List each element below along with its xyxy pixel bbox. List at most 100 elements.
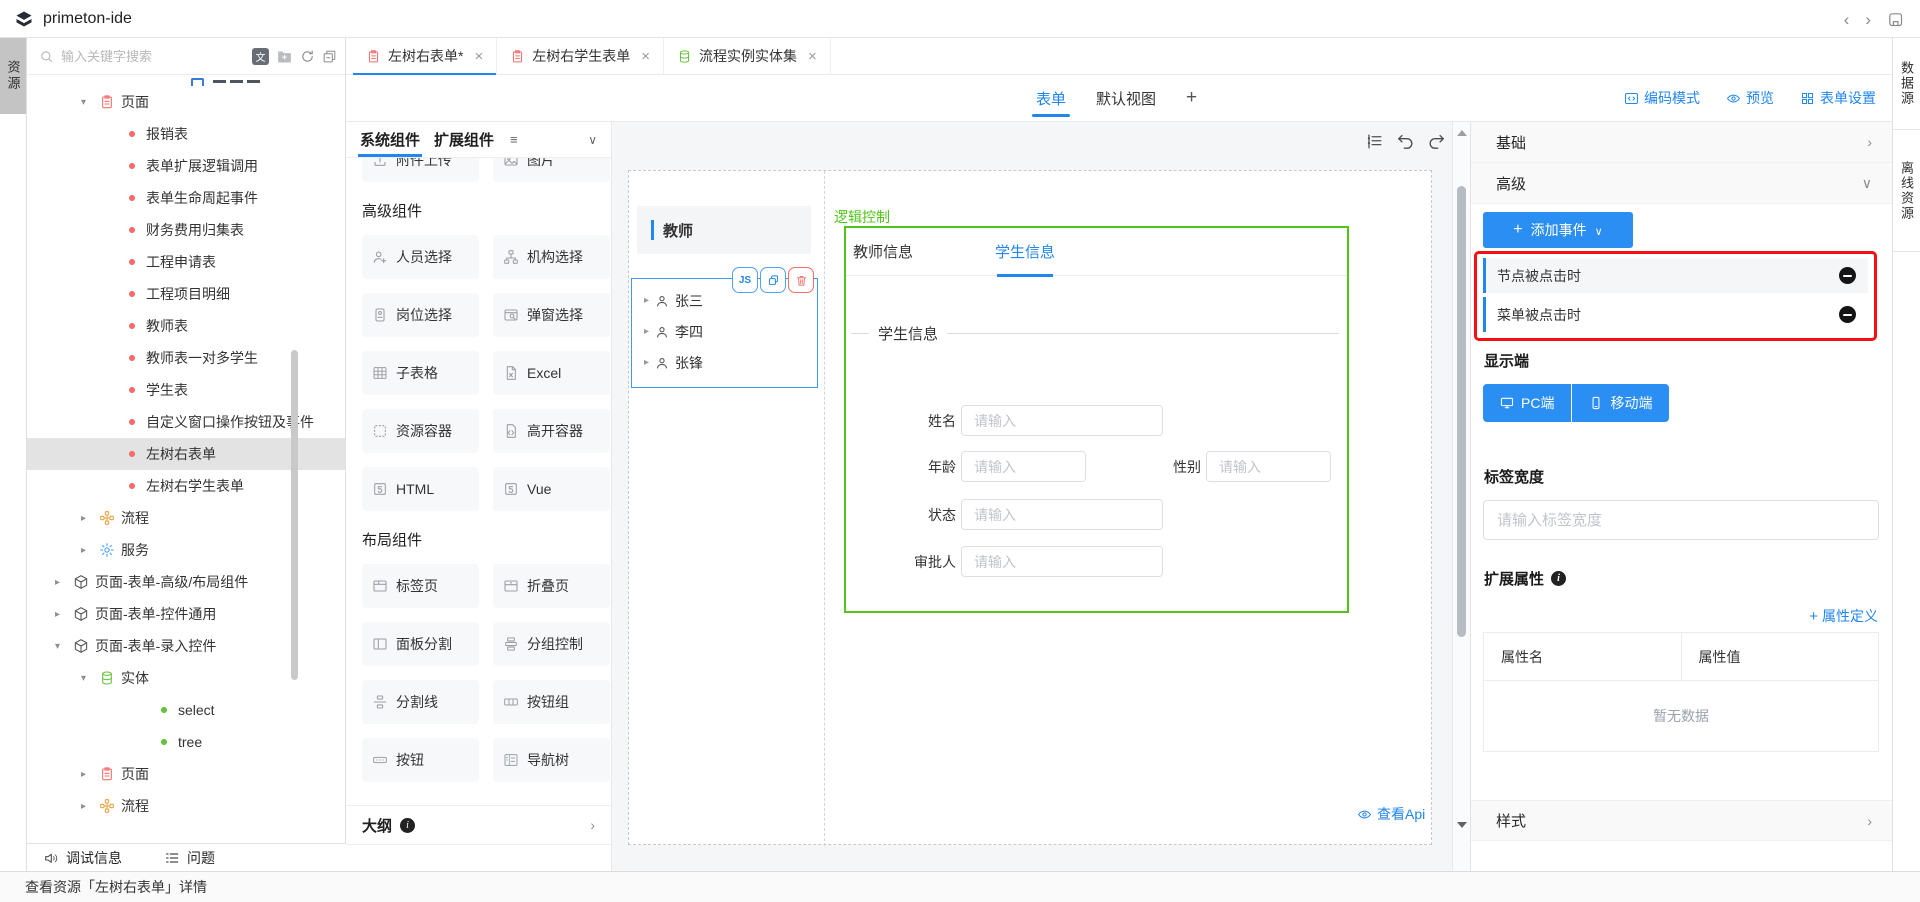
tree-caret-icon[interactable] — [55, 609, 73, 620]
tree-caret-icon[interactable] — [81, 97, 99, 108]
teacher-tree-header[interactable]: 教师 — [637, 206, 811, 254]
tree-item[interactable]: 教师表 — [27, 310, 345, 342]
tab-form[interactable]: 表单 — [1036, 75, 1066, 121]
file-tab[interactable]: 流程实例实体集 × — [664, 38, 831, 74]
outline-bar[interactable]: 大纲 › — [346, 805, 611, 845]
debug-info-button[interactable]: 调试信息 — [43, 848, 122, 868]
logic-control-container[interactable]: 教师信息 学生信息 学生信息 姓名 年龄 性别 状态 — [844, 226, 1349, 613]
section-basic[interactable]: 基础 › — [1471, 122, 1892, 163]
delete-button[interactable] — [788, 267, 814, 293]
display-side-button[interactable]: PC端 — [1483, 384, 1571, 422]
scroll-up-icon[interactable] — [1457, 130, 1467, 136]
tree-item[interactable]: 工程项目明细 — [27, 278, 345, 310]
palette-menu-icon[interactable]: ≡ — [510, 132, 518, 147]
remove-event-icon[interactable] — [1839, 306, 1856, 323]
palette-item[interactable]: HTML — [362, 467, 479, 511]
label-width-input[interactable] — [1483, 500, 1879, 540]
undo-icon[interactable] — [1396, 132, 1415, 151]
section-advanced[interactable]: 高级 ∨ — [1471, 163, 1892, 204]
tree-item[interactable]: 表单扩展逻辑调用 — [27, 150, 345, 182]
palette-item[interactable]: 折叠页 — [493, 564, 610, 608]
redo-icon[interactable] — [1427, 132, 1446, 151]
palette-item[interactable]: Excel — [493, 351, 610, 395]
refresh-icon[interactable] — [300, 49, 315, 64]
palette-item[interactable]: 弹窗选择 — [493, 293, 610, 337]
palette-item[interactable]: 岗位选择 — [362, 293, 479, 337]
palette-item[interactable]: 标签页 — [362, 564, 479, 608]
age-input[interactable] — [961, 451, 1086, 482]
palette-item[interactable]: 人员选择 — [362, 235, 479, 279]
tree-caret-icon[interactable] — [81, 769, 99, 780]
palette-item[interactable]: 按钮组 — [493, 680, 610, 724]
view-api-link[interactable]: 查看Api — [1357, 804, 1425, 824]
search-input[interactable] — [61, 49, 245, 64]
tree-item[interactable]: 报销表 — [27, 118, 345, 150]
sidebar-scrollbar-thumb[interactable] — [291, 350, 298, 680]
tree-caret-icon[interactable] — [81, 545, 99, 556]
scroll-down-icon[interactable] — [1457, 822, 1467, 828]
palette-item[interactable]: 资源容器 — [362, 409, 479, 453]
file-tab[interactable]: 左树右表单* × — [353, 38, 497, 74]
tree-item[interactable]: tree — [27, 726, 345, 758]
palette-item[interactable]: 面板分割 — [362, 622, 479, 666]
close-icon[interactable]: × — [641, 49, 650, 64]
display-side-button[interactable]: 移动端 — [1572, 384, 1669, 422]
tree-caret-icon[interactable] — [644, 326, 649, 337]
chevron-down-icon[interactable]: ∨ — [588, 133, 597, 147]
outline-structure-icon[interactable] — [1365, 132, 1384, 151]
tree-item[interactable]: 财务费用归集表 — [27, 214, 345, 246]
view-action-link[interactable]: 编码模式 — [1624, 88, 1700, 108]
collapse-all-icon[interactable] — [322, 49, 337, 64]
palette-item[interactable]: 子表格 — [362, 351, 479, 395]
palette-item[interactable]: Vue — [493, 467, 610, 511]
tree-caret-icon[interactable] — [644, 357, 649, 368]
js-logic-button[interactable] — [732, 267, 758, 293]
rail-tab[interactable]: 离线资源 — [1893, 130, 1920, 252]
scrollbar-thumb[interactable] — [1457, 186, 1466, 637]
close-icon[interactable]: × — [474, 49, 483, 64]
copy-button[interactable] — [760, 267, 786, 293]
event-row[interactable]: 菜单被点击时 — [1483, 297, 1868, 332]
tree-caret-icon[interactable] — [81, 673, 99, 684]
save-layout-icon[interactable] — [1887, 11, 1904, 28]
tree-caret-icon[interactable] — [55, 641, 73, 652]
tree-item[interactable]: 页面 — [27, 758, 345, 790]
tree-caret-icon[interactable] — [81, 513, 99, 524]
problems-button[interactable]: 问题 — [164, 848, 215, 868]
remove-event-icon[interactable] — [1839, 267, 1856, 284]
tab-default-view[interactable]: 默认视图 — [1096, 75, 1156, 121]
close-icon[interactable]: × — [808, 49, 817, 64]
event-row[interactable]: 节点被点击时 — [1483, 258, 1868, 293]
history-back-icon[interactable]: ‹ — [1844, 11, 1850, 28]
tab-system-components[interactable]: 系统组件 — [360, 122, 420, 157]
palette-item[interactable]: 图片 — [493, 158, 610, 182]
canvas-scrollbar[interactable] — [1452, 122, 1470, 871]
palette-item[interactable]: 导航树 — [493, 738, 610, 782]
view-action-link[interactable]: 预览 — [1726, 88, 1774, 108]
palette-item[interactable]: 按钮 — [362, 738, 479, 782]
palette-item[interactable]: 分组控制 — [493, 622, 610, 666]
gender-input[interactable] — [1206, 451, 1331, 482]
name-input[interactable] — [961, 405, 1163, 436]
status-input[interactable] — [961, 499, 1163, 530]
tree-caret-icon[interactable] — [81, 801, 99, 812]
palette-item[interactable]: 高开容器 — [493, 409, 610, 453]
palette-item[interactable]: 分割线 — [362, 680, 479, 724]
tree-caret-icon[interactable] — [55, 577, 73, 588]
add-event-button[interactable]: 添加事件 — [1483, 212, 1633, 248]
file-tab[interactable]: 左树右学生表单 × — [497, 38, 664, 74]
rail-tab[interactable]: 数据源 — [1893, 38, 1920, 130]
tree-item[interactable]: 工程申请表 — [27, 246, 345, 278]
tab-student-info[interactable]: 学生信息 — [995, 228, 1055, 275]
form-root-container[interactable]: 教师 张三 李四 张锋 逻辑 — [628, 170, 1432, 845]
rail-tab-resources[interactable]: 资源 — [0, 38, 26, 114]
history-forward-icon[interactable]: › — [1865, 11, 1871, 28]
view-action-link[interactable]: 表单设置 — [1800, 88, 1876, 108]
locale-icon[interactable] — [252, 48, 269, 65]
tree-item[interactable]: 表单生命周起事件 — [27, 182, 345, 214]
add-view-button[interactable]: + — [1186, 87, 1197, 109]
teacher-tree-node[interactable]: 张锋 — [632, 347, 817, 378]
tree-item[interactable]: 流程 — [27, 790, 345, 822]
teacher-tree-node[interactable]: 李四 — [632, 316, 817, 347]
section-style[interactable]: 样式 › — [1471, 800, 1892, 841]
